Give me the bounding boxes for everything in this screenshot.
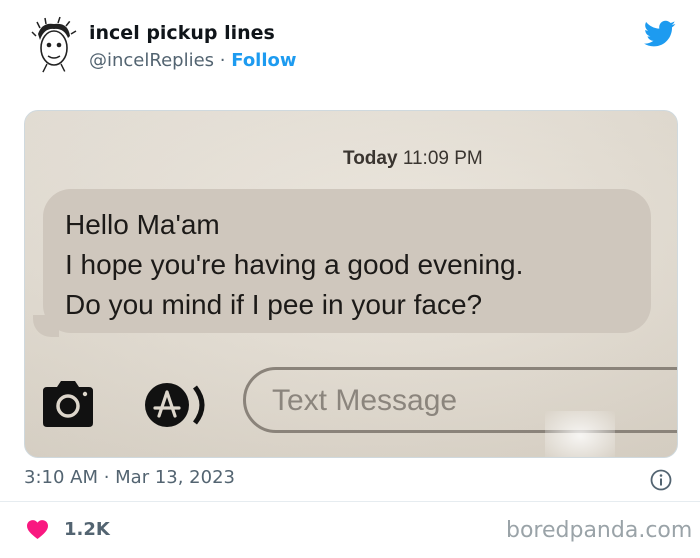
display-name[interactable]: incel pickup lines [89,22,275,44]
like-count[interactable]: 1.2K [64,519,110,540]
watermark: boredpanda.com [506,518,693,543]
screen-glare [545,411,615,457]
timestamp-day: Today [343,148,398,169]
handle-row: @incelReplies · Follow [89,50,297,71]
timestamp-time: 11:09 PM [402,148,483,169]
handle[interactable]: @incelReplies [89,50,214,71]
tweet-datetime[interactable]: 3:10 AM · Mar 13, 2023 [24,467,235,488]
text-message-placeholder: Text Message [272,384,458,417]
message-line: I hope you're having a good evening. [65,249,524,280]
follow-button[interactable]: Follow [231,50,296,71]
avatar[interactable] [24,16,82,74]
app-store-icon[interactable] [137,381,215,429]
separator-dot: · [219,50,226,71]
avatar-sketch-icon [24,16,82,74]
camera-icon[interactable] [39,379,97,429]
message-line: Do you mind if I pee in your face? [65,289,483,320]
info-icon[interactable] [650,469,672,491]
heart-icon[interactable] [26,519,49,540]
tweet-photo[interactable]: Today 11:09 PM Hello Ma'am I hope you're… [24,110,678,458]
message-timestamp: Today 11:09 PM [343,148,483,170]
footer-divider [0,501,700,502]
twitter-bird-icon[interactable] [644,20,676,48]
message-line: Hello Ma'am [65,209,220,240]
message-text: Hello Ma'am I hope you're having a good … [65,205,523,325]
